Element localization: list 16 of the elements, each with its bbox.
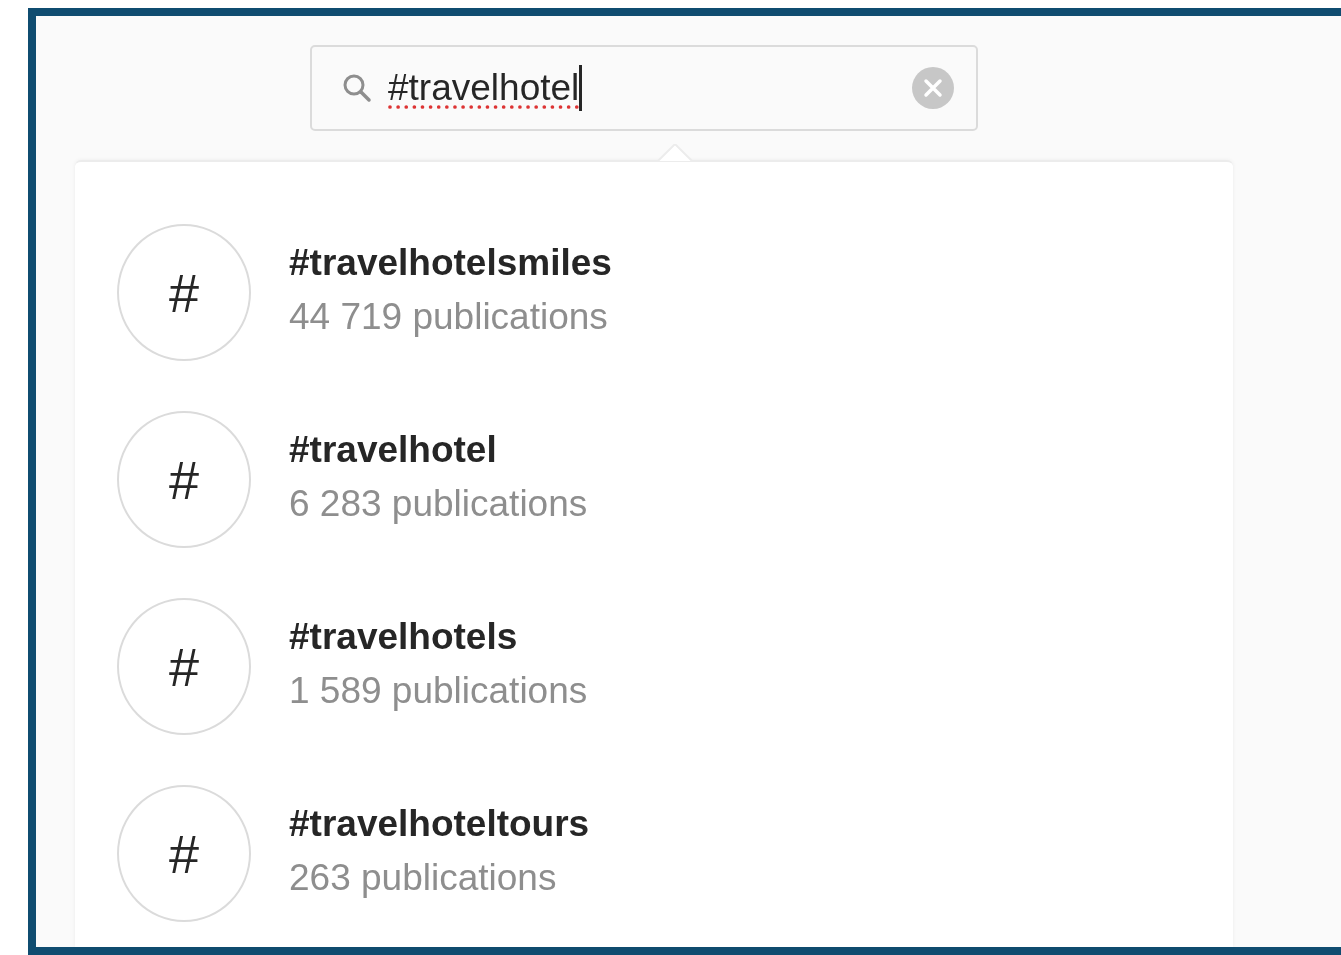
text-cursor bbox=[579, 65, 583, 111]
search-icon bbox=[342, 73, 372, 103]
post-count: 263 publications bbox=[289, 856, 558, 899]
hashtag-result[interactable]: #travelhotels bbox=[289, 615, 588, 658]
hashtag-icon: # bbox=[117, 224, 251, 361]
hashtag-result[interactable]: #travelhotelsmiles bbox=[289, 241, 612, 284]
post-count: 1 589 publications bbox=[289, 669, 588, 712]
search-field[interactable]: #travelhotel bbox=[310, 45, 978, 131]
clear-icon[interactable] bbox=[912, 67, 954, 109]
hashtag-result[interactable]: #travelhotel bbox=[289, 428, 588, 471]
hashtag-icon: # bbox=[117, 598, 251, 735]
hashtag-icon: # bbox=[117, 411, 251, 548]
post-count: 44 719 publications bbox=[289, 295, 609, 338]
hashtag-result[interactable]: #travelhoteltours bbox=[289, 802, 590, 845]
post-count: 6 283 publications bbox=[289, 482, 588, 525]
hashtag-icon: # bbox=[117, 785, 251, 922]
